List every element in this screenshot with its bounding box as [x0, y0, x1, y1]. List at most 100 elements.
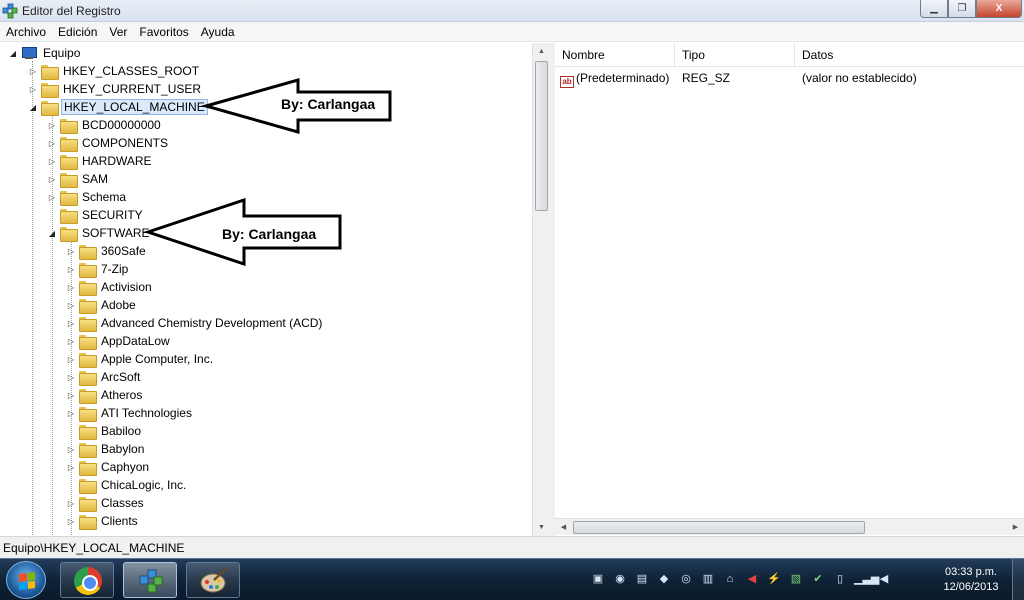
column-header-tipo[interactable]: Tipo — [675, 43, 795, 67]
scroll-thumb[interactable] — [535, 61, 548, 211]
clock[interactable]: 03:33 p.m. 12/06/2013 — [936, 565, 1006, 595]
maximize-button[interactable]: ❐ — [948, 0, 976, 18]
values-list-pane[interactable]: Nombre Tipo Datos ab (Predeterminado) REG… — [555, 43, 1024, 518]
folder-icon — [79, 388, 97, 404]
tree-item-hklm[interactable]: ◢ HKEY_LOCAL_MACHINE — [28, 98, 208, 116]
scroll-right-icon[interactable]: ▶ — [1007, 519, 1024, 536]
tree-item-software-subkey[interactable]: ChicaLogic, Inc. — [66, 476, 188, 494]
tree-item-software-subkey[interactable]: ▷ Apple Computer, Inc. — [66, 350, 215, 368]
tray-app-icon[interactable]: ⚡ — [766, 571, 782, 587]
tree-item-software-subkey[interactable]: ▷ 7-Zip — [66, 260, 130, 278]
expand-icon[interactable]: ▷ — [47, 139, 57, 148]
column-header-nombre[interactable]: Nombre — [555, 43, 675, 67]
menu-ayuda[interactable]: Ayuda — [195, 22, 241, 42]
expand-icon[interactable]: ▷ — [66, 499, 76, 508]
tree-item-software[interactable]: ◢ SOFTWARE — [47, 224, 152, 242]
expand-icon[interactable]: ▷ — [66, 337, 76, 346]
folder-icon — [60, 208, 78, 224]
tree-item-software-subkey[interactable]: ▷ 360Safe — [66, 242, 148, 260]
tree-item-bcd[interactable]: ▷ BCD00000000 — [47, 116, 163, 134]
tree-item-hkcu[interactable]: ▷ HKEY_CURRENT_USER — [28, 80, 203, 98]
expand-icon[interactable]: ▷ — [28, 67, 38, 76]
tree-item-hkcr[interactable]: ▷ HKEY_CLASSES_ROOT — [28, 62, 201, 80]
collapse-icon[interactable]: ◢ — [8, 49, 18, 58]
tree-item-sam[interactable]: ▷ SAM — [47, 170, 110, 188]
tree-label: AppDataLow — [101, 334, 170, 348]
scroll-left-icon[interactable]: ◀ — [555, 519, 572, 536]
folder-icon — [79, 262, 97, 278]
expand-icon[interactable]: ▷ — [28, 85, 38, 94]
tree-item-security[interactable]: SECURITY — [47, 206, 145, 224]
tray-app-icon[interactable]: ▧ — [788, 571, 804, 587]
list-horizontal-scrollbar[interactable]: ◀ ▶ — [555, 518, 1024, 535]
menu-archivo[interactable]: Archivo — [0, 22, 52, 42]
tree-item-software-subkey[interactable]: ▷ ArcSoft — [66, 368, 142, 386]
network-signal-icon[interactable]: ▁▃▅ — [854, 571, 879, 587]
tray-app-icon[interactable]: ◀ — [744, 571, 760, 587]
expand-icon[interactable]: ▷ — [66, 445, 76, 454]
start-button[interactable] — [6, 561, 46, 599]
minimize-button[interactable]: ▁ — [920, 0, 948, 18]
tree-item-software-subkey[interactable]: ▷ Classes — [66, 494, 146, 512]
scroll-up-icon[interactable]: ▲ — [533, 43, 550, 60]
expand-icon[interactable]: ▷ — [47, 121, 57, 130]
tree-item-schema[interactable]: ▷ Schema — [47, 188, 128, 206]
scroll-thumb[interactable] — [573, 521, 865, 534]
close-button[interactable]: X — [976, 0, 1022, 18]
tray-app-icon[interactable]: ▥ — [700, 571, 716, 587]
string-value-icon: ab — [560, 76, 574, 88]
expand-icon[interactable]: ▷ — [47, 175, 57, 184]
show-desktop-button[interactable] — [1012, 559, 1024, 600]
taskbar-regedit-button[interactable] — [123, 562, 177, 598]
expand-icon[interactable]: ▷ — [66, 409, 76, 418]
tray-app-icon[interactable]: ▣ — [590, 571, 606, 587]
tree-label: SOFTWARE — [82, 226, 150, 240]
expand-icon[interactable]: ▷ — [47, 193, 57, 202]
tray-app-icon[interactable]: ⌂ — [722, 571, 738, 587]
tree-item-software-subkey[interactable]: ▷ Caphyon — [66, 458, 151, 476]
tree-item-software-subkey[interactable]: ▷ Babylon — [66, 440, 146, 458]
tree-item-software-subkey[interactable]: ▷ Adobe — [66, 296, 138, 314]
expand-icon[interactable]: ▷ — [66, 247, 76, 256]
tree-item-software-subkey[interactable]: ▷ ATI Technologies — [66, 404, 194, 422]
tree-item-software-subkey[interactable]: ▷ Advanced Chemistry Development (ACD) — [66, 314, 324, 332]
expand-icon[interactable]: ▷ — [66, 283, 76, 292]
tree-item-hardware[interactable]: ▷ HARDWARE — [47, 152, 154, 170]
windows-logo-icon — [19, 572, 35, 590]
tray-app-icon[interactable]: ◎ — [678, 571, 694, 587]
tray-app-icon[interactable]: ▤ — [634, 571, 650, 587]
tray-app-icon[interactable]: ◉ — [612, 571, 628, 587]
expand-icon[interactable]: ▷ — [66, 373, 76, 382]
expand-icon[interactable]: ▷ — [47, 157, 57, 166]
menu-edicion[interactable]: Edición — [52, 22, 103, 42]
menu-favoritos[interactable]: Favoritos — [133, 22, 194, 42]
tree-item-software-subkey[interactable]: ▷ Activision — [66, 278, 154, 296]
expand-icon[interactable]: ▷ — [66, 319, 76, 328]
collapse-icon[interactable]: ◢ — [28, 103, 38, 112]
clock-time: 03:33 p.m. — [945, 566, 997, 578]
tray-app-icon[interactable]: ▯ — [832, 571, 848, 587]
expand-icon[interactable]: ▷ — [66, 265, 76, 274]
tray-app-icon[interactable]: ✔ — [810, 571, 826, 587]
tree-item-software-subkey[interactable]: ▷ Atheros — [66, 386, 144, 404]
tree-item-equipo[interactable]: ◢ Equipo — [8, 44, 82, 62]
tree-item-software-subkey[interactable]: ▷ Clients — [66, 512, 140, 530]
taskbar-chrome-button[interactable] — [60, 562, 114, 598]
expand-icon[interactable]: ▷ — [66, 517, 76, 526]
tree-item-components[interactable]: ▷ COMPONENTS — [47, 134, 170, 152]
expand-icon[interactable]: ▷ — [66, 355, 76, 364]
expand-icon[interactable]: ▷ — [66, 463, 76, 472]
volume-icon[interactable]: ◀ — [876, 571, 892, 587]
tree-item-software-subkey[interactable]: Babiloo — [66, 422, 143, 440]
menu-ver[interactable]: Ver — [103, 22, 133, 42]
list-row[interactable]: ab (Predeterminado) REG_SZ (valor no esta… — [555, 69, 1024, 88]
tree-item-software-subkey[interactable]: ▷ AppDataLow — [66, 332, 172, 350]
column-header-datos[interactable]: Datos — [795, 43, 1024, 67]
scroll-down-icon[interactable]: ▼ — [533, 519, 550, 536]
expand-icon[interactable]: ▷ — [66, 301, 76, 310]
collapse-icon[interactable]: ◢ — [47, 229, 57, 238]
tree-vertical-scrollbar[interactable]: ▲ ▼ — [532, 43, 549, 536]
tray-app-icon[interactable]: ◆ — [656, 571, 672, 587]
expand-icon[interactable]: ▷ — [66, 391, 76, 400]
taskbar-paint-button[interactable] — [186, 562, 240, 598]
